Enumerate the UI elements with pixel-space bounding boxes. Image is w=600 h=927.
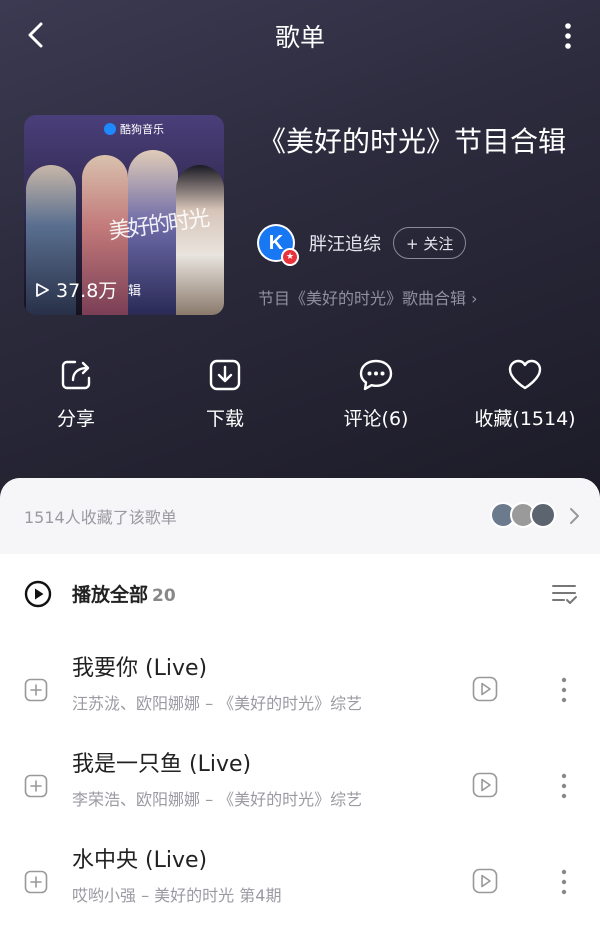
multi-select-list-icon[interactable] (550, 580, 578, 608)
song-artist: 汪苏泷、欧阳娜娜 – 《美好的时光》综艺 (72, 694, 363, 713)
owner-name[interactable]: 胖汪追综 (309, 230, 381, 256)
mv-play-icon[interactable] (472, 868, 498, 894)
mv-play-icon[interactable] (472, 772, 498, 798)
more-vertical-icon[interactable] (558, 868, 570, 896)
song-row[interactable]: 我要你 (Live) 汪苏泷、欧阳娜娜 – 《美好的时光》综艺 (0, 650, 600, 740)
star-badge-icon: ★ (281, 248, 299, 266)
page-title: 歌单 (274, 23, 325, 52)
owner-row: K ★ 胖汪追综 + 关注 (257, 224, 467, 266)
share-button[interactable]: 分享 (6, 350, 146, 431)
song-count: 20 (152, 586, 176, 606)
heart-icon (508, 359, 542, 390)
download-button[interactable]: 下载 (155, 350, 295, 431)
playlist-cover[interactable]: 酷狗音乐 美好的时光 37.8万 辑 (24, 115, 224, 315)
song-artist: 李荣浩、欧阳娜娜 – 《美好的时光》综艺 (72, 790, 363, 809)
song-title: 我是一只鱼 (Live) (72, 752, 252, 777)
download-icon (209, 359, 241, 391)
comment-icon (359, 359, 393, 391)
song-title: 水中央 (Live) (72, 848, 208, 873)
collectors-row[interactable]: 1514人收藏了该歌单 (0, 478, 600, 554)
play-all-text: 播放全部 (72, 584, 149, 606)
add-square-icon[interactable] (24, 678, 48, 702)
collector-avatars (490, 502, 556, 528)
more-vertical-icon[interactable] (564, 22, 572, 50)
top-bar: 歌单 (0, 0, 600, 72)
song-title: 我要你 (Live) (72, 656, 208, 681)
play-outline-icon (36, 282, 49, 297)
more-vertical-icon[interactable] (558, 772, 570, 800)
comment-button[interactable]: 评论(6) (306, 350, 446, 431)
play-all-row[interactable]: 播放全部 20 (0, 574, 600, 618)
collector-avatar (530, 502, 556, 528)
comment-label: 评论(6) (343, 408, 409, 430)
favorite-label: 收藏(1514) (474, 408, 576, 430)
song-row[interactable]: 我是一只鱼 (Live) 李荣浩、欧阳娜娜 – 《美好的时光》综艺 (0, 746, 600, 836)
share-label: 分享 (56, 408, 95, 430)
play-all-label: 播放全部 20 (72, 580, 176, 607)
play-circle-icon (24, 580, 52, 608)
song-row[interactable]: 水中央 (Live) 哎哟小强 – 美好的时光 第4期 (0, 842, 600, 927)
play-count-value: 37.8万 (56, 280, 118, 302)
share-icon (61, 360, 91, 390)
song-list-sheet: 1514人收藏了该歌单 播放全部 20 我要你 (Live) 汪苏泷、欧阳娜娜 – (0, 478, 600, 927)
cover-person (176, 165, 224, 315)
cover-brand-text: 酷狗音乐 (120, 123, 164, 136)
play-count: 37.8万 (34, 276, 117, 303)
add-square-icon[interactable] (24, 870, 48, 894)
follow-button[interactable]: + 关注 (393, 227, 467, 259)
cover-tag: 辑 (128, 284, 142, 299)
chevron-right-icon (570, 508, 579, 524)
collectors-text: 1514人收藏了该歌单 (24, 508, 177, 527)
mv-play-icon[interactable] (472, 676, 498, 702)
cover-brand: 酷狗音乐 (104, 121, 164, 137)
playlist-title: 《美好的时光》节目合辑 (258, 125, 567, 158)
action-bar: 分享 下载 评论(6) 收藏(1514) (0, 350, 600, 450)
song-artist: 哎哟小强 – 美好的时光 第4期 (72, 886, 282, 905)
playlist-description[interactable]: 节目《美好的时光》歌曲合辑 › (258, 285, 478, 309)
download-label: 下载 (205, 408, 244, 430)
favorite-button[interactable]: 收藏(1514) (455, 350, 595, 431)
kugou-logo-icon (104, 123, 116, 135)
owner-avatar[interactable]: K ★ (257, 224, 299, 266)
add-square-icon[interactable] (24, 774, 48, 798)
more-vertical-icon[interactable] (558, 676, 570, 704)
